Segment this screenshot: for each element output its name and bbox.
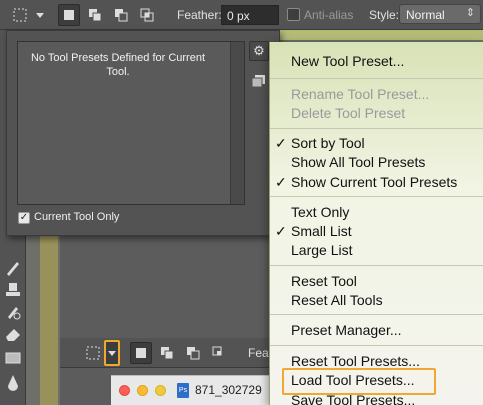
menu-item-large-list[interactable]: Large List — [270, 241, 483, 260]
menu-item-label: Delete Tool Preset — [291, 105, 406, 121]
menu-item-reset-tool[interactable]: Reset Tool — [270, 272, 483, 291]
checkmark-icon: ✓ — [275, 223, 287, 239]
updown-chevron-icon: ⇕ — [465, 7, 475, 19]
add-to-selection-button[interactable] — [84, 4, 106, 26]
current-tool-only-label: Current Tool Only — [34, 211, 120, 223]
menu-item-label: Sort by Tool — [291, 135, 365, 151]
menu-item-label: New Tool Preset... — [291, 53, 405, 69]
current-tool-only-checkbox[interactable]: ✓ — [18, 212, 30, 224]
menu-item-label: Reset All Tools — [291, 292, 383, 308]
menu-item-label: Small List — [291, 223, 352, 239]
tool-preset-panel: No Tool Presets Defined for Current Tool… — [6, 30, 280, 236]
stamp-tool-icon[interactable] — [3, 280, 23, 300]
style-label: Style: — [369, 8, 400, 22]
gradient-tool-icon[interactable] — [3, 348, 23, 368]
style-select[interactable]: Normal ⇕ — [399, 4, 481, 24]
menu-item-reset-all-tools[interactable]: Reset All Tools — [270, 291, 483, 310]
menu-item-label: Show All Tool Presets — [291, 154, 426, 170]
load-tool-presets-highlight — [282, 368, 436, 395]
style-value: Normal — [406, 8, 445, 22]
preset-list-scrollbar[interactable] — [230, 42, 244, 204]
menu-separator — [270, 265, 483, 266]
menu-item-label: Preset Manager... — [291, 322, 402, 338]
new-selection-button-secondary[interactable] — [130, 342, 152, 364]
menu-item-text-only[interactable]: Text Only — [270, 203, 483, 222]
menu-item-sort-by-tool[interactable]: ✓ Sort by Tool — [270, 134, 483, 153]
preset-dropdown-button-highlighted[interactable] — [104, 340, 120, 366]
menu-item-label: Show Current Tool Presets — [291, 174, 458, 190]
eraser-tool-icon[interactable] — [3, 324, 23, 344]
anti-alias-label: Anti-alias — [304, 8, 354, 22]
photoshop-file-icon: Ps — [177, 383, 189, 398]
history-brush-icon[interactable] — [3, 302, 23, 322]
document-title: 871_302729 — [195, 383, 262, 397]
tool-preset-picker[interactable] — [9, 4, 31, 26]
subtract-from-selection-button[interactable] — [110, 4, 132, 26]
menu-separator — [270, 128, 483, 129]
feather-label: Feather: — [177, 8, 222, 22]
add-selection-icon — [161, 347, 174, 360]
add-to-selection-button-secondary[interactable] — [156, 342, 178, 364]
intersect-selection-icon — [140, 8, 154, 22]
menu-separator — [270, 196, 483, 197]
gear-icon[interactable]: ⚙ — [249, 41, 269, 61]
new-preset-icon[interactable] — [251, 74, 266, 88]
checkmark-icon: ✓ — [275, 174, 287, 190]
subtract-selection-icon — [187, 347, 200, 360]
new-selection-icon — [136, 348, 146, 358]
rectangular-marquee-icon — [13, 8, 27, 22]
tool-preset-picker-secondary[interactable] — [82, 342, 104, 364]
menu-item-delete-tool-preset: Delete Tool Preset — [270, 104, 483, 123]
menu-item-label: Rename Tool Preset... — [291, 86, 430, 102]
menu-item-label: Reset Tool — [291, 273, 357, 289]
anti-alias-checkbox[interactable] — [287, 8, 300, 21]
tool-preset-menu: New Tool Preset... Rename Tool Preset... D… — [269, 42, 483, 405]
rectangular-marquee-icon — [86, 346, 100, 360]
menu-item-label: Text Only — [291, 204, 350, 220]
chevron-down-icon — [108, 351, 116, 356]
image-edge — [270, 30, 483, 40]
menu-item-small-list[interactable]: ✓ Small List — [270, 222, 483, 241]
empty-presets-message: No Tool Presets Defined for Current Tool… — [30, 52, 206, 78]
options-bar: Feather: 0 px Anti-alias Style: Normal ⇕ — [0, 0, 483, 30]
menu-item-show-all-tool-presets[interactable]: Show All Tool Presets — [270, 153, 483, 172]
chevron-down-icon — [36, 13, 44, 18]
add-selection-icon — [89, 9, 102, 22]
menu-item-show-current-tool-presets[interactable]: ✓ Show Current Tool Presets — [270, 173, 483, 192]
menu-separator — [270, 345, 483, 346]
menu-separator — [270, 78, 483, 79]
minimize-window-button[interactable] — [137, 385, 148, 396]
new-selection-button[interactable] — [58, 4, 80, 26]
close-window-button[interactable] — [119, 385, 130, 396]
document-titlebar: Ps 871_302729 — [111, 375, 275, 405]
new-selection-icon — [64, 10, 74, 20]
intersect-selection-button-secondary[interactable] — [208, 342, 230, 364]
brush-tool-icon[interactable] — [3, 258, 23, 278]
menu-item-new-tool-preset[interactable]: New Tool Preset... — [270, 52, 483, 71]
menu-separator — [270, 314, 483, 315]
zoom-window-button[interactable] — [155, 385, 166, 396]
options-bar-secondary: Feat — [60, 338, 275, 368]
menu-item-label: Large List — [291, 242, 353, 258]
intersect-selection-button[interactable] — [136, 4, 158, 26]
preset-list[interactable]: No Tool Presets Defined for Current Tool… — [17, 41, 245, 205]
feather-input[interactable]: 0 px — [221, 5, 279, 25]
checkmark-icon: ✓ — [275, 135, 287, 151]
menu-item-label: Reset Tool Presets... — [291, 353, 420, 369]
blur-tool-icon[interactable] — [3, 372, 23, 392]
intersect-selection-icon — [212, 346, 222, 356]
subtract-from-selection-button-secondary[interactable] — [182, 342, 204, 364]
subtract-selection-icon — [115, 9, 128, 22]
canvas-strip — [40, 236, 58, 405]
preset-dropdown-button[interactable] — [33, 4, 47, 26]
menu-item-rename-tool-preset: Rename Tool Preset... — [270, 85, 483, 104]
menu-item-preset-manager[interactable]: Preset Manager... — [270, 321, 483, 340]
